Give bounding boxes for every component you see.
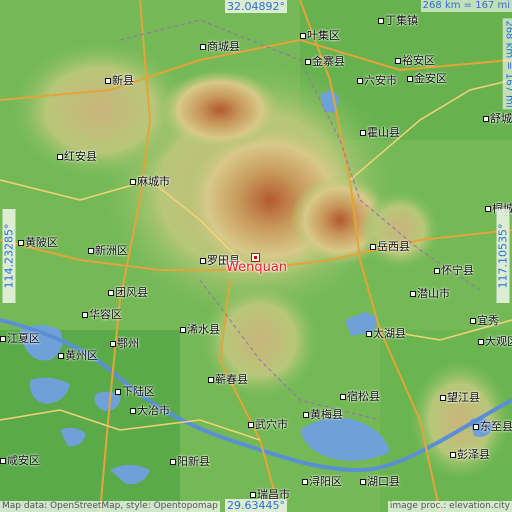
city-label: 团风县 [108, 284, 148, 300]
scale-top: 268 km = 167 mi [420, 0, 512, 12]
attribution-right: image proc.: elevation.city [387, 501, 512, 512]
place-label: Wenquan [226, 260, 288, 275]
longitude-left: 114.23285° [2, 209, 16, 303]
map[interactable]: 商城县 叶集区 金寨县 裕安区 六安市 金安区 新县 霍山县 舒城 红安县 麻城… [0, 0, 512, 512]
city-label: 商城县 [200, 38, 240, 54]
city-label: 金寨县 [305, 53, 345, 69]
city-label: 舒城 [483, 110, 512, 126]
city-label: 浠水县 [180, 321, 220, 337]
city-label: 六安市 [357, 72, 397, 88]
city-label: 武穴市 [248, 416, 288, 432]
city-label: 咸安区 [0, 452, 40, 468]
latitude-bottom: 29.63445° [225, 499, 287, 512]
city-label: 潜山市 [410, 285, 450, 301]
city-label: 宜秀 [470, 312, 499, 328]
city-label: 湖口县 [360, 473, 400, 489]
city-label: 叶集区 [300, 27, 340, 43]
city-label: 裕安区 [395, 52, 435, 68]
city-label: 黄州区 [58, 347, 98, 363]
city-label: 阳新县 [170, 453, 210, 469]
attribution-left: Map data: OpenStreetMap, style: Opentopo… [0, 501, 220, 512]
city-label: 浔阳区 [302, 473, 342, 489]
city-label: 鄂州 [110, 335, 139, 351]
city-label: 宿松县 [340, 388, 380, 404]
city-label: 彭泽县 [450, 446, 490, 462]
city-label: 新县 [105, 72, 134, 88]
city-label: 东至县 [473, 418, 512, 434]
latitude-top: 32.04892° [225, 0, 287, 13]
city-label: 岳西县 [370, 238, 410, 254]
city-label: 霍山县 [360, 124, 400, 140]
city-label: 黄陂区 [18, 234, 58, 250]
city-label: 大冶市 [130, 402, 170, 418]
city-label: 红安县 [57, 148, 97, 164]
city-label: 丁集镇 [378, 12, 418, 28]
city-label: 太湖县 [366, 325, 406, 341]
city-label: 江夏区 [0, 330, 40, 346]
city-label: 怀宁县 [434, 262, 474, 278]
city-label: 望江县 [440, 389, 480, 405]
city-label: 蕲春县 [208, 371, 248, 387]
city-label: 华容区 [82, 306, 122, 322]
city-label: 麻城市 [130, 173, 170, 189]
city-label: 下陆区 [115, 383, 155, 399]
city-label: 大观区 [478, 333, 512, 349]
longitude-right: 117.10535° [496, 209, 510, 303]
city-label: 新洲区 [88, 242, 128, 258]
scale-right: 268 km = 167 mi [502, 18, 512, 110]
city-label: 金安区 [407, 70, 447, 86]
city-label: 黄梅县 [303, 406, 343, 422]
